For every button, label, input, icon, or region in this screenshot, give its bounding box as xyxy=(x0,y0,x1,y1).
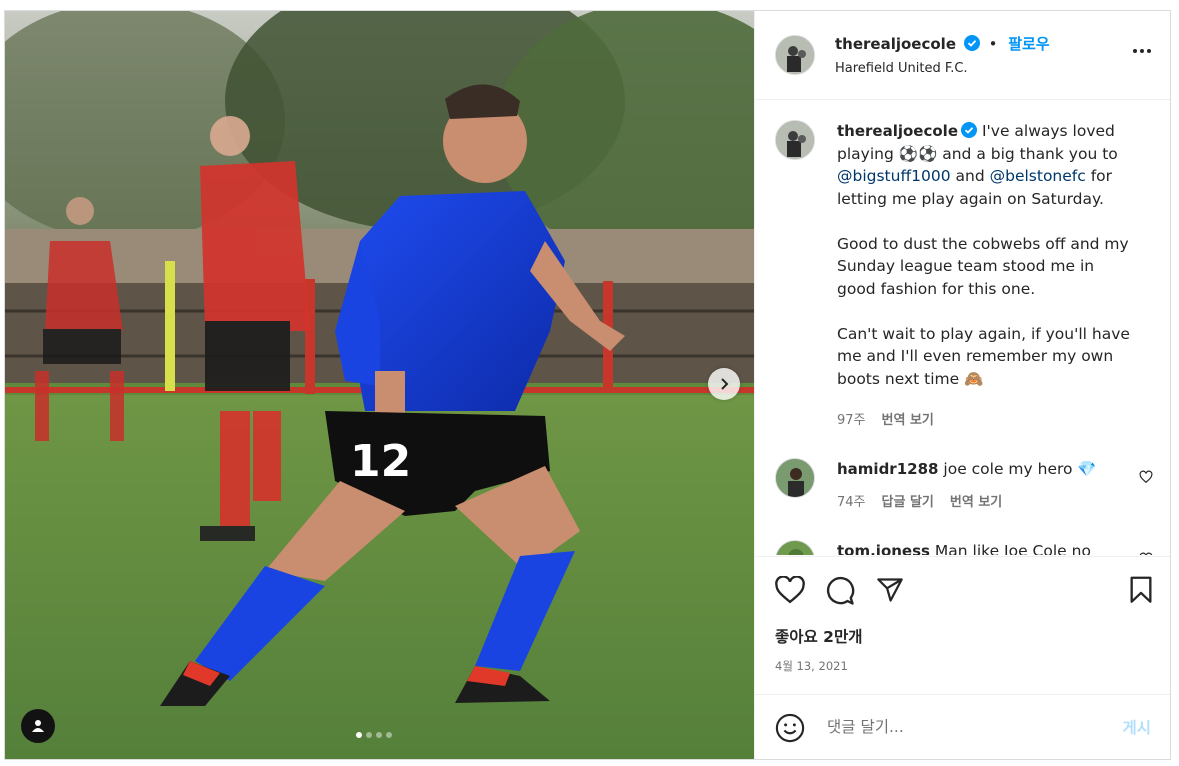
caption: therealjoecole I've always loved playing… xyxy=(837,120,1137,390)
verified-badge-icon xyxy=(961,122,977,138)
jersey-number: 12 xyxy=(350,436,411,487)
caption-time: 97주 xyxy=(837,413,866,428)
caption-body: I've always loved playing ⚽⚽ and a big t… xyxy=(837,122,1135,388)
verified-badge-icon xyxy=(963,35,980,51)
post-side-panel: therealjoecole • 팔로우 Harefield United F.… xyxy=(754,11,1170,759)
carousel-dot xyxy=(376,732,382,738)
like-comment-heart-icon[interactable] xyxy=(1139,470,1153,484)
mention-link[interactable]: @bigstuff1000 xyxy=(837,167,951,185)
carousel-indicator xyxy=(356,732,392,738)
author-avatar[interactable] xyxy=(775,35,815,75)
comment-item: hamidr1288 joe cole my hero 💎 xyxy=(837,460,1097,478)
header-separator: • xyxy=(988,35,998,53)
comment-item: tom.joness Man like Joe Cole no xyxy=(837,542,1091,555)
post-header: therealjoecole • 팔로우 Harefield United F.… xyxy=(755,11,1170,100)
share-paper-plane-icon[interactable] xyxy=(875,576,905,604)
carousel-dot xyxy=(366,732,372,738)
caption-avatar[interactable] xyxy=(775,120,815,160)
comment-username[interactable]: hamidr1288 xyxy=(837,460,938,478)
tagged-users-button[interactable] xyxy=(21,709,55,743)
chevron-right-icon xyxy=(721,378,729,390)
post-comment-button[interactable]: 게시 xyxy=(1122,716,1151,738)
mention-link[interactable]: @belstonefc xyxy=(990,167,1086,185)
translate-caption-button[interactable]: 번역 보기 xyxy=(882,409,934,428)
reply-button[interactable]: 답글 달기 xyxy=(882,491,934,510)
likes-count[interactable]: 좋아요 2만개 xyxy=(775,625,862,647)
comment-input[interactable] xyxy=(825,717,1099,737)
like-comment-heart-icon[interactable] xyxy=(1139,552,1153,555)
comment-avatar[interactable] xyxy=(775,458,815,498)
add-comment-bar: 게시 xyxy=(755,694,1170,759)
next-image-button[interactable] xyxy=(708,368,740,400)
comment-meta: 74주 답글 달기 번역 보기 xyxy=(837,491,1002,510)
caption-text-segment: and xyxy=(950,167,990,185)
follow-button[interactable]: 팔로우 xyxy=(1008,35,1049,53)
avatar-image xyxy=(776,36,814,74)
comment-body: joe cole my hero 💎 xyxy=(943,460,1097,478)
like-heart-icon[interactable] xyxy=(775,576,805,604)
comment-avatar[interactable] xyxy=(775,540,815,555)
caption-username[interactable]: therealjoecole xyxy=(837,122,958,140)
post-media[interactable]: 12 xyxy=(5,11,754,759)
author-row: therealjoecole • 팔로우 xyxy=(835,33,1050,54)
comment-username[interactable]: tom.joness xyxy=(837,542,930,555)
post-location[interactable]: Harefield United F.C. xyxy=(835,61,968,76)
author-username[interactable]: therealjoecole xyxy=(835,35,956,53)
emoji-smiley-icon[interactable] xyxy=(775,713,805,743)
football-photo: 12 xyxy=(5,11,754,759)
avatar-image xyxy=(776,541,814,555)
comment-body: Man like Joe Cole no xyxy=(934,542,1091,555)
translate-comment-button[interactable]: 번역 보기 xyxy=(950,491,1002,510)
comments-list: therealjoecole I've always loved playing… xyxy=(755,100,1170,555)
post-actions: 좋아요 2만개 4월 13, 2021 xyxy=(755,556,1170,695)
more-options-icon[interactable] xyxy=(1133,49,1151,53)
caption-text-segment: for letting me play again on Saturday. G… xyxy=(837,167,1130,388)
caption-meta: 97주 번역 보기 xyxy=(837,409,934,428)
avatar-image xyxy=(776,459,814,497)
post-date: 4월 13, 2021 xyxy=(775,659,848,673)
comment-bubble-icon[interactable] xyxy=(825,576,855,606)
carousel-dot xyxy=(356,732,362,738)
post-dialog: 12 therealjoecole • 팔로우 Harefield United… xyxy=(4,10,1171,760)
user-icon xyxy=(32,720,44,732)
save-bookmark-icon[interactable] xyxy=(1129,576,1153,604)
avatar-image xyxy=(776,121,814,159)
comment-time: 74주 xyxy=(837,495,866,510)
carousel-dot xyxy=(386,732,392,738)
